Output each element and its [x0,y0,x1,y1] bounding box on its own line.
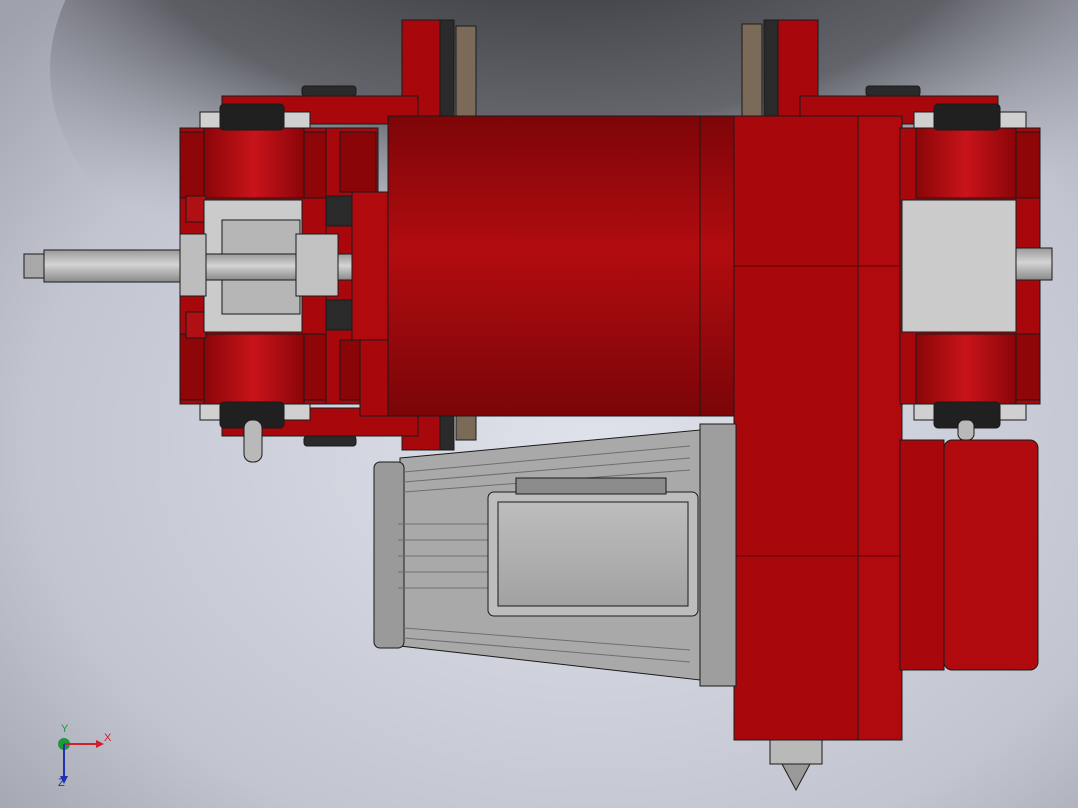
graphics-viewport[interactable]: X Y Z [0,0,1078,808]
main-cylinder[interactable] [351,115,737,417]
right-roller-block[interactable] [899,127,1053,405]
triad-axes [58,738,104,784]
x-axis-label: X [104,732,112,744]
reference-triad: X Y Z [44,724,124,794]
z-axis-label: Z [58,777,65,789]
x-axis-arrowhead [96,740,104,748]
y-axis-label: Y [61,723,69,735]
electric-motor[interactable] [373,423,737,687]
side-drum[interactable] [899,439,1039,671]
model-view[interactable] [0,0,1078,808]
gearbox-housing[interactable] [733,115,903,741]
